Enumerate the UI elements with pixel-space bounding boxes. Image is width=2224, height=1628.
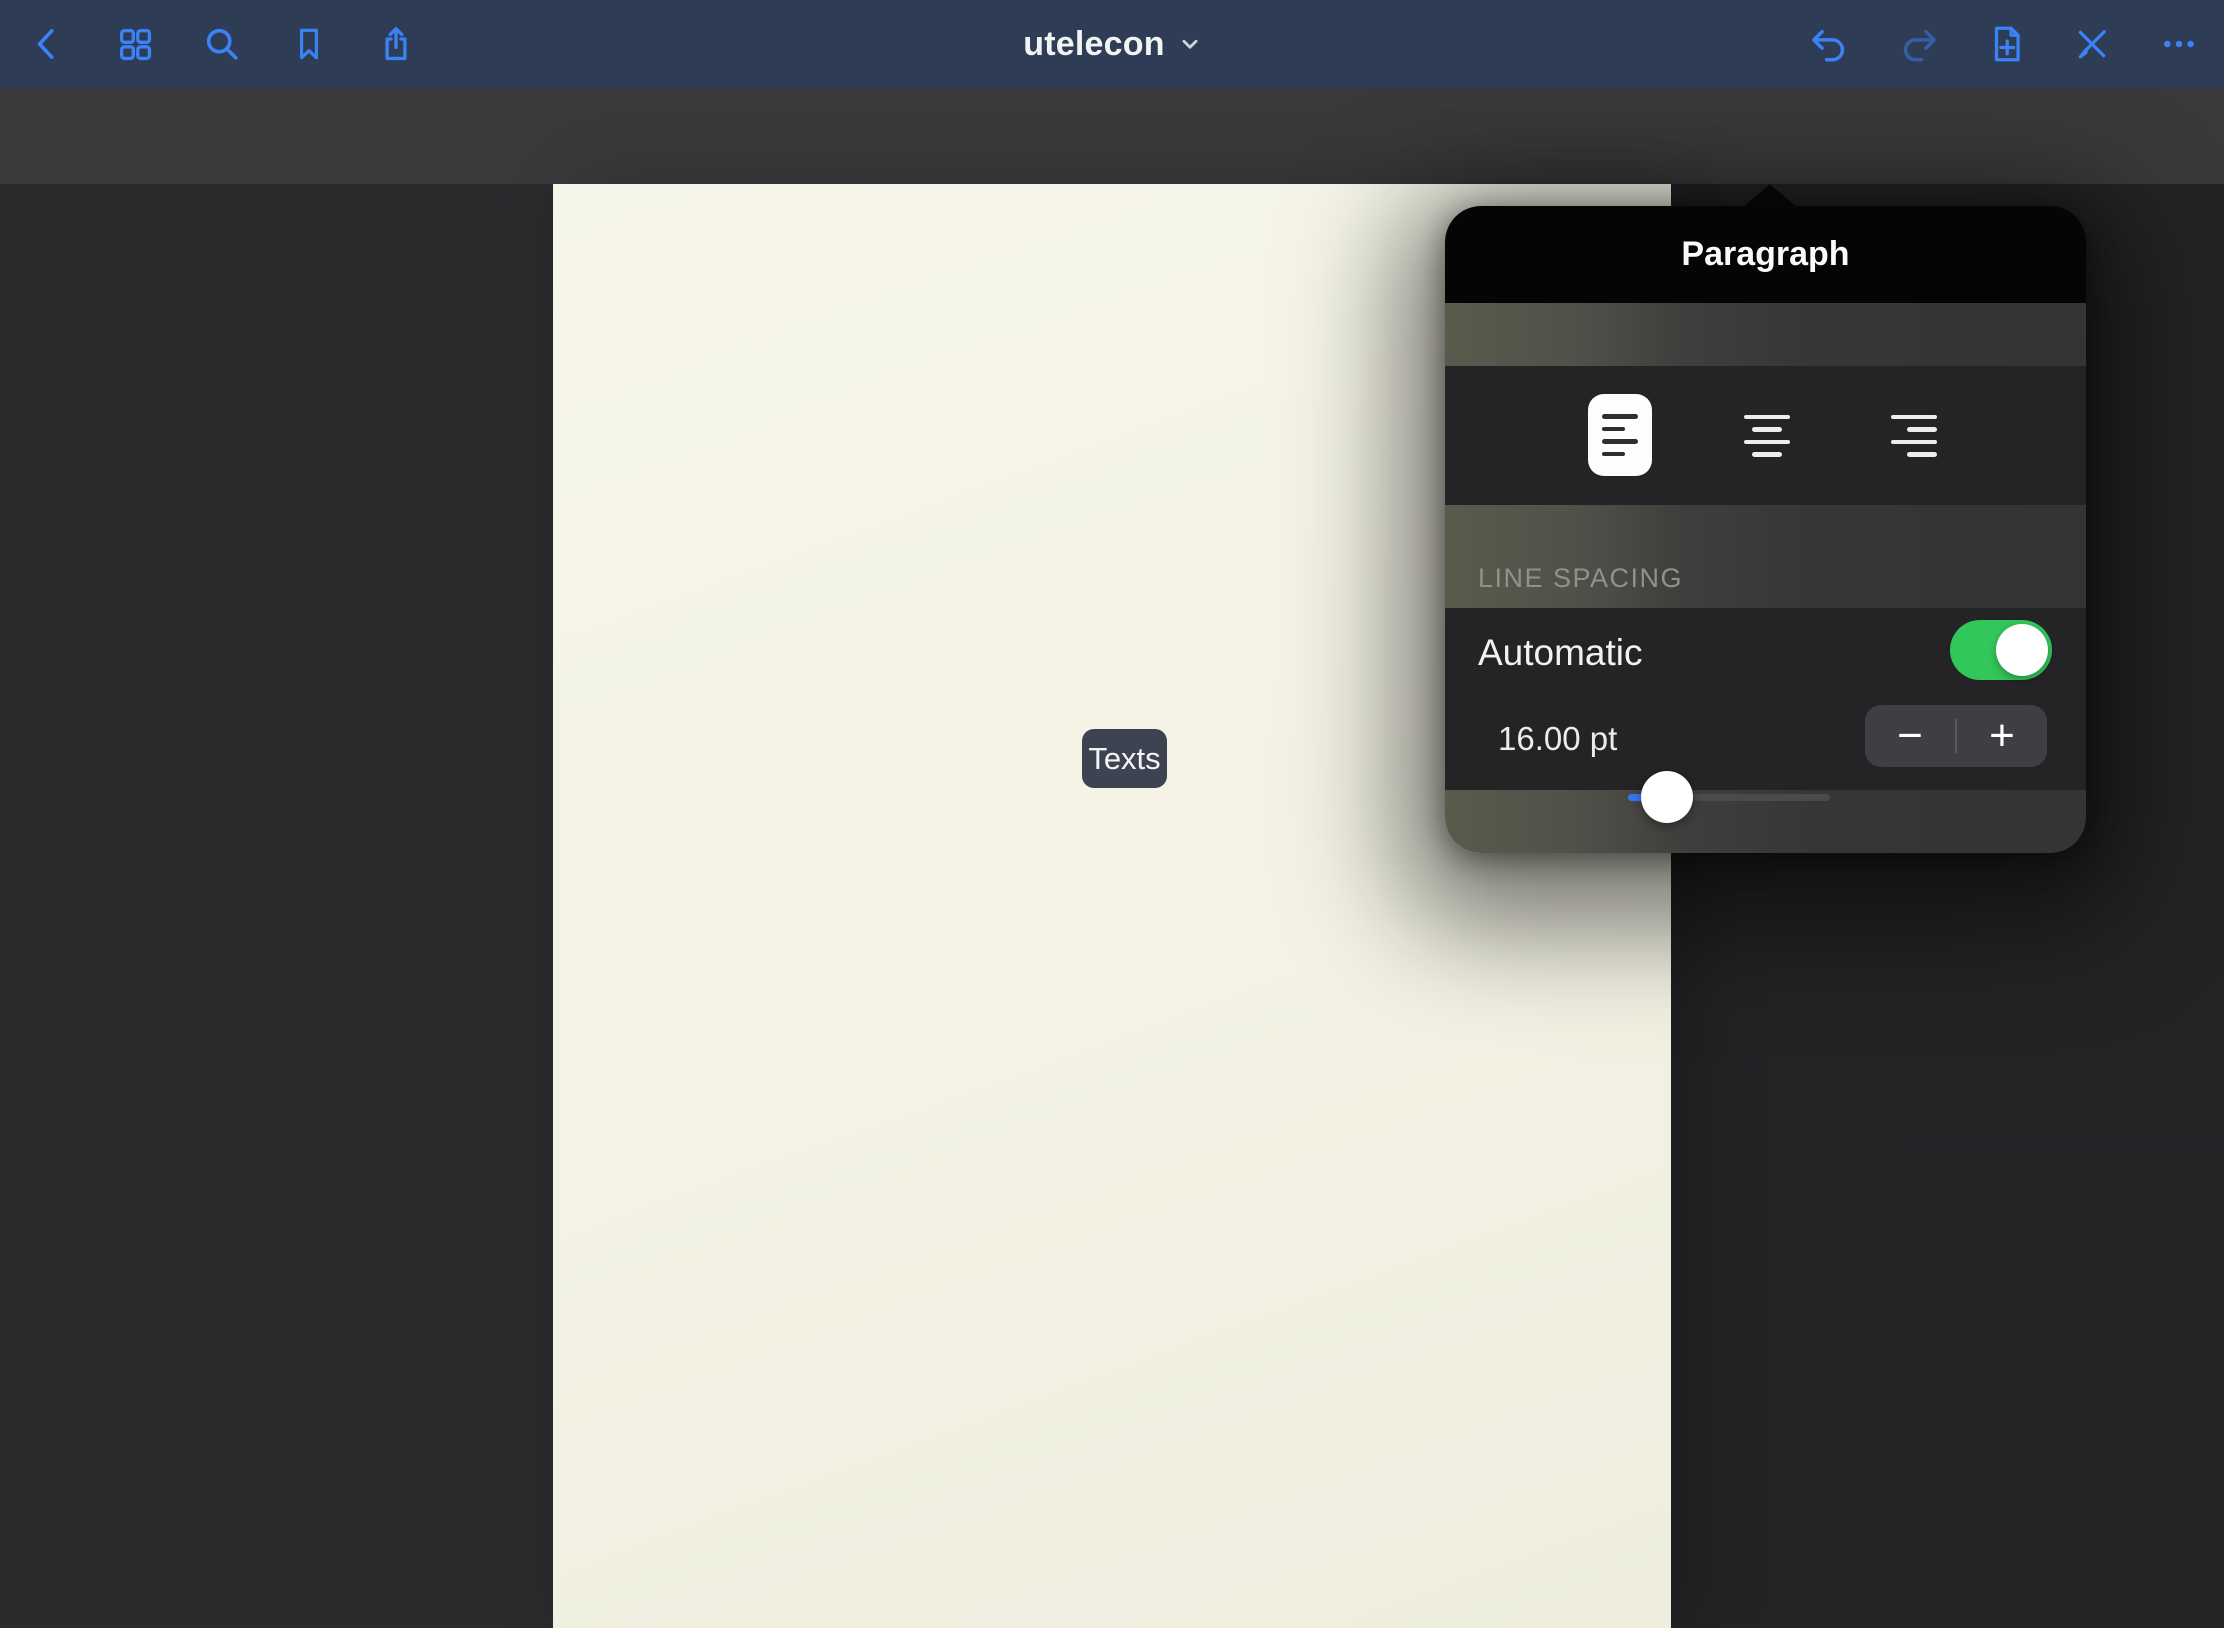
align-left-option[interactable] (1588, 394, 1652, 476)
automatic-toggle[interactable] (1950, 620, 2052, 680)
back-icon (28, 25, 66, 63)
popover-arrow (1742, 184, 1798, 208)
document-title: utelecon (1023, 25, 1164, 64)
alignment-row (1445, 366, 2086, 505)
bookmark-button[interactable] (285, 20, 333, 68)
align-center-icon (1744, 415, 1790, 457)
share-button[interactable] (372, 20, 420, 68)
align-center-option[interactable] (1744, 414, 1790, 457)
increase-spacing-button[interactable]: + (1957, 705, 2047, 767)
decrease-spacing-button[interactable]: − (1865, 705, 1955, 767)
automatic-label: Automatic (1478, 632, 1643, 674)
slider-thumb[interactable] (1641, 771, 1693, 823)
chevron-down-icon (1179, 33, 1201, 55)
redo-icon (1898, 23, 1940, 65)
more-button[interactable] (2155, 20, 2203, 68)
tool-bar: a T H (0, 88, 2224, 184)
undo-icon (1808, 23, 1850, 65)
back-button[interactable] (23, 20, 71, 68)
search-button[interactable] (198, 20, 246, 68)
redo-button[interactable] (1895, 20, 1943, 68)
selected-text-object[interactable]: Texts (1082, 729, 1167, 788)
search-icon (202, 24, 242, 64)
spacing-stepper: − + (1865, 705, 2047, 767)
spacing-value-label: 16.00 pt (1498, 720, 1617, 758)
stylus-off-button[interactable] (2068, 20, 2116, 68)
toggle-knob (1996, 624, 2048, 676)
align-right-icon (1891, 415, 1937, 457)
pages-grid-icon (115, 24, 155, 64)
spacing-slider[interactable] (1628, 794, 1830, 801)
selected-text-label: Texts (1088, 741, 1160, 777)
more-icon (2158, 23, 2200, 65)
line-spacing-section-label: LINE SPACING (1478, 563, 1683, 594)
stylus-off-icon (2071, 23, 2113, 65)
align-right-option[interactable] (1891, 414, 1937, 457)
document-title-button[interactable]: utelecon (962, 0, 1262, 88)
paragraph-popover: Paragraph LINE SPACING Autom (1445, 206, 2086, 853)
line-spacing-rows: Automatic 16.00 pt − + (1445, 608, 2086, 790)
align-left-icon (1602, 414, 1638, 456)
bookmark-icon (290, 25, 328, 63)
share-icon (376, 24, 416, 64)
add-page-button[interactable] (1983, 20, 2031, 68)
popover-header: Paragraph (1445, 206, 2086, 303)
add-page-icon (1986, 23, 2028, 65)
undo-button[interactable] (1805, 20, 1853, 68)
app-screen: utelecon a (0, 0, 2224, 1628)
pages-overview-button[interactable] (111, 20, 159, 68)
popover-title: Paragraph (1681, 235, 1849, 274)
top-nav-bar: utelecon (0, 0, 2224, 88)
popover-band-top (1445, 303, 2086, 366)
